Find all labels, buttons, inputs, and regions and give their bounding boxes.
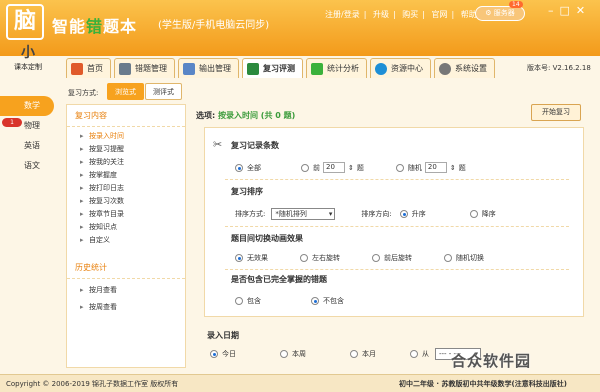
history-title: 历史统计: [67, 257, 185, 279]
radio-ascending[interactable]: [399, 210, 408, 218]
home-icon: [71, 62, 83, 75]
mastered-title: 是否包含已完全掌握的错题: [231, 275, 327, 284]
app-subtitle: (学生版/手机电脑云同步): [158, 20, 270, 31]
radio-exclude[interactable]: [311, 297, 319, 305]
subject-list: 数学 物理 英语 语文: [0, 96, 54, 176]
radio-rotate-lr[interactable]: [300, 254, 308, 262]
count-title: 复习记录条数: [231, 141, 279, 150]
tab-statistics[interactable]: 统计分析: [306, 58, 367, 78]
review-settings-panel: ✂ 复习记录条数 全部 前 20 ⇕ 题 随机 20 ⇕ 题 复习排序 排序方式: *随…: [204, 127, 584, 317]
options-label: 选项: 按录入时间 (共 0 题): [196, 111, 296, 120]
app-logo: 脑: [6, 4, 44, 40]
cloud-icon: [375, 62, 387, 75]
printer-icon: [183, 62, 195, 75]
tools-icon: ✂: [213, 138, 223, 151]
copyright-text: Copyright © 2006-2019 锦孔子数据工作室 版权所有: [6, 380, 179, 388]
subject-math[interactable]: 数学: [0, 96, 54, 116]
list-item[interactable]: 按月查看: [67, 284, 185, 297]
radio-rotate-fb[interactable]: [372, 254, 380, 262]
list-item[interactable]: 按周查看: [67, 301, 185, 314]
buy-link[interactable]: 购买: [402, 10, 418, 19]
divider: [225, 226, 569, 227]
window-controls: –□✕: [548, 4, 591, 17]
tab-home[interactable]: 首页: [66, 58, 111, 78]
radio-no-effect[interactable]: [235, 254, 243, 262]
front-stepper-icon[interactable]: ⇕: [348, 164, 354, 172]
anim-title: 题目间切换动画效果: [231, 234, 303, 243]
front-count-input[interactable]: 20: [323, 162, 345, 173]
book-icon: 小: [21, 45, 35, 61]
radio-include[interactable]: [235, 297, 243, 305]
subject-badge: 1: [2, 118, 22, 127]
radio-all[interactable]: [235, 163, 243, 172]
maximize-icon[interactable]: □: [560, 4, 576, 17]
radio-this-week[interactable]: [280, 350, 288, 358]
review-content-panel: 复习内容 按录入时间 按复习提醒 按我的关注 按掌握度 按打印日志 按复习次数 …: [66, 104, 186, 368]
sort-title: 复习排序: [231, 187, 263, 196]
count-row: 全部 前 20 ⇕ 题 随机 20 ⇕ 题: [235, 162, 466, 173]
main-tabs: 首页 错题管理 输出管理 复习评测 统计分析 资源中心 系统设置: [66, 58, 498, 78]
tab-resources[interactable]: 资源中心: [370, 58, 431, 78]
date-row: 今日 本周 本月 从 --- - ---: [210, 348, 481, 360]
random-count-input[interactable]: 20: [424, 162, 447, 173]
radio-this-month[interactable]: [350, 350, 358, 358]
test-mode-button[interactable]: 测评式: [145, 83, 182, 100]
list-item[interactable]: 按我的关注: [67, 156, 185, 169]
top-links: 注册/登录 | 升级 | 购买 | 官网 | 帮助: [325, 10, 477, 19]
grid-icon: [119, 62, 131, 75]
tab-mistake-manage[interactable]: 错题管理: [114, 58, 175, 78]
graduation-cap-icon: [247, 62, 259, 75]
app-title: 智能错题本: [52, 17, 138, 36]
version-label: 版本号: V2.16.2.18: [527, 64, 591, 72]
subject-english[interactable]: 英语: [0, 136, 54, 156]
gear-icon: [439, 62, 451, 75]
mastered-row: 包含 不包含: [235, 296, 344, 306]
radio-today[interactable]: [210, 350, 218, 358]
watermark: 合众软件园: [451, 352, 532, 370]
minimize-icon[interactable]: –: [548, 4, 560, 17]
radio-descending[interactable]: [469, 210, 478, 218]
list-item[interactable]: 自定义: [67, 234, 185, 247]
divider: [225, 179, 569, 180]
tab-output-manage[interactable]: 输出管理: [178, 58, 239, 78]
list-item[interactable]: 按复习提醒: [67, 143, 185, 156]
list-item[interactable]: 按打印日志: [67, 182, 185, 195]
list-item[interactable]: 按掌握度: [67, 169, 185, 182]
start-review-button[interactable]: 开始复习: [531, 104, 581, 121]
list-item[interactable]: 按章节目录: [67, 208, 185, 221]
browse-mode-button[interactable]: 浏览式: [107, 83, 144, 100]
radio-front[interactable]: [301, 163, 309, 172]
radio-random[interactable]: [395, 163, 404, 172]
anim-row: 无效果 左右旋转 前后旋转 随机切换: [235, 253, 484, 263]
website-link[interactable]: 官网: [431, 10, 447, 19]
service-button[interactable]: ⚙ 服务器: [475, 6, 525, 21]
tab-settings[interactable]: 系统设置: [434, 58, 495, 78]
close-icon[interactable]: ✕: [576, 4, 591, 17]
list-item[interactable]: 按复习次数: [67, 195, 185, 208]
sort-row: 排序方式: *随机排列 排序方向: 升序 降序: [235, 208, 496, 220]
radio-from[interactable]: [410, 350, 418, 358]
service-badge: 14: [509, 1, 523, 8]
status-bar: Copyright © 2006-2019 锦孔子数据工作室 版权所有 初中二年…: [0, 374, 600, 392]
divider: [225, 269, 569, 270]
bar-chart-icon: [311, 62, 323, 75]
date-title: 录入日期: [207, 331, 239, 340]
review-content-title: 复习内容: [67, 105, 185, 127]
review-mode-label: 复习方式:: [68, 89, 99, 97]
sort-method-select[interactable]: *随机排列: [271, 208, 336, 220]
radio-random-switch[interactable]: [444, 254, 452, 262]
login-link[interactable]: 注册/登录: [325, 10, 360, 19]
tab-review[interactable]: 复习评测: [242, 58, 303, 78]
textbook-custom[interactable]: 小 课本定制: [10, 44, 46, 84]
list-item[interactable]: 按知识点: [67, 221, 185, 234]
random-stepper-icon[interactable]: ⇕: [450, 164, 456, 172]
grade-info: 初中二年级 · 苏教版初中共年级数学(注意科技出版社): [399, 380, 567, 388]
upgrade-link[interactable]: 升级: [373, 10, 389, 19]
subject-chinese[interactable]: 语文: [0, 156, 54, 176]
list-item[interactable]: 按录入时间: [67, 130, 185, 143]
